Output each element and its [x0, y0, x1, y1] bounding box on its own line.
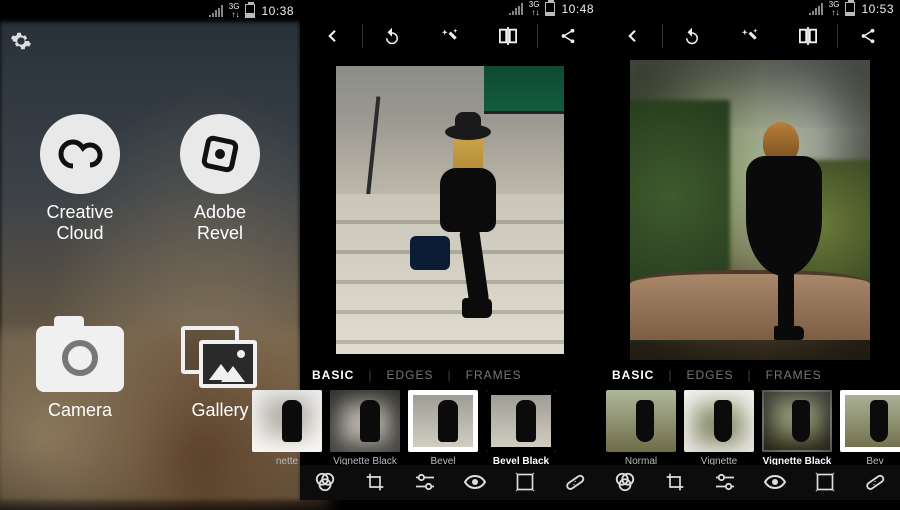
heal-button[interactable] [850, 465, 900, 500]
canvas[interactable] [300, 54, 600, 360]
canvas[interactable] [600, 54, 900, 360]
editor-toolbar [600, 18, 900, 53]
clock: 10:53 [861, 2, 894, 16]
screen-editor-bevel: 3G↑↓ 10:48 BASIC | EDGES | FRAMES nette [300, 0, 600, 500]
tab-edges[interactable]: EDGES [386, 368, 433, 382]
source-adobe-revel[interactable]: Adobe Revel [180, 114, 260, 243]
network-label: 3G↑↓ [529, 1, 540, 17]
effect-category-tabs: BASIC | EDGES | FRAMES [600, 360, 900, 388]
share-button[interactable] [840, 22, 896, 50]
back-button[interactable] [304, 22, 360, 50]
filter-thumb[interactable]: Bevel Black [486, 390, 556, 465]
compare-button[interactable] [480, 22, 536, 50]
borders-button[interactable] [800, 465, 850, 500]
undo-button[interactable] [665, 22, 721, 50]
filter-thumb[interactable]: Bev [840, 390, 900, 465]
bottom-toolbar [300, 465, 600, 500]
tab-frames[interactable]: FRAMES [466, 368, 522, 382]
adjust-button[interactable] [400, 465, 450, 500]
status-bar: 3G↑↓ 10:48 [300, 0, 600, 18]
clock: 10:38 [261, 4, 294, 18]
signal-icon [809, 3, 823, 15]
borders-button[interactable] [500, 465, 550, 500]
filter-thumb[interactable]: nette [252, 390, 322, 465]
source-creative-cloud[interactable]: Creative Cloud [40, 114, 120, 243]
creative-cloud-icon [40, 114, 120, 194]
signal-icon [509, 3, 523, 15]
redeye-button[interactable] [750, 465, 800, 500]
source-label: Camera [36, 400, 124, 421]
back-button[interactable] [604, 22, 660, 50]
source-gallery[interactable]: Gallery [181, 326, 259, 421]
filter-strip[interactable]: nette Vignette Black Bevel Bevel Black [252, 388, 600, 465]
crop-button[interactable] [350, 465, 400, 500]
effect-category-tabs: BASIC | EDGES | FRAMES [300, 360, 600, 388]
source-label: Gallery [181, 400, 259, 421]
gallery-icon [181, 326, 259, 392]
settings-button[interactable] [10, 30, 32, 52]
photo-preview [630, 60, 870, 360]
adjust-button[interactable] [700, 465, 750, 500]
clock: 10:48 [561, 2, 594, 16]
photo-preview [330, 60, 570, 360]
auto-enhance-button[interactable] [722, 22, 778, 50]
battery-icon [845, 2, 855, 16]
filter-thumb[interactable]: Bevel [408, 390, 478, 465]
status-bar: 3G↑↓ 10:53 [600, 0, 900, 18]
heal-button[interactable] [550, 465, 600, 500]
looks-button[interactable] [300, 465, 350, 500]
filter-thumb[interactable]: Vignette Black [762, 390, 832, 465]
filter-thumb[interactable]: Vignette [684, 390, 754, 465]
adobe-revel-icon [180, 114, 260, 194]
tab-edges[interactable]: EDGES [686, 368, 733, 382]
battery-icon [245, 4, 255, 18]
signal-icon [209, 5, 223, 17]
filter-thumb[interactable]: Normal [606, 390, 676, 465]
screen-editor-vignette: 3G↑↓ 10:53 BASIC | EDGES | FRAMES Normal… [600, 0, 900, 500]
bottom-toolbar [600, 465, 900, 500]
looks-button[interactable] [600, 465, 650, 500]
network-label: 3G↑↓ [829, 1, 840, 17]
source-label: Adobe Revel [180, 202, 260, 243]
editor-toolbar [300, 18, 600, 53]
compare-button[interactable] [780, 22, 836, 50]
network-label: 3G↑↓ [229, 3, 240, 19]
filter-strip[interactable]: Normal Vignette Vignette Black Bev [600, 388, 900, 465]
filter-thumb[interactable]: Vignette Black [330, 390, 400, 465]
camera-icon [36, 326, 124, 392]
tab-frames[interactable]: FRAMES [766, 368, 822, 382]
undo-button[interactable] [365, 22, 421, 50]
redeye-button[interactable] [450, 465, 500, 500]
crop-button[interactable] [650, 465, 700, 500]
auto-enhance-button[interactable] [422, 22, 478, 50]
tab-basic[interactable]: BASIC [612, 368, 654, 382]
tab-basic[interactable]: BASIC [312, 368, 354, 382]
battery-icon [545, 2, 555, 16]
share-button[interactable] [540, 22, 596, 50]
source-camera[interactable]: Camera [36, 326, 124, 421]
source-label: Creative Cloud [40, 202, 120, 243]
status-bar: 3G↑↓ 10:38 [0, 0, 300, 22]
